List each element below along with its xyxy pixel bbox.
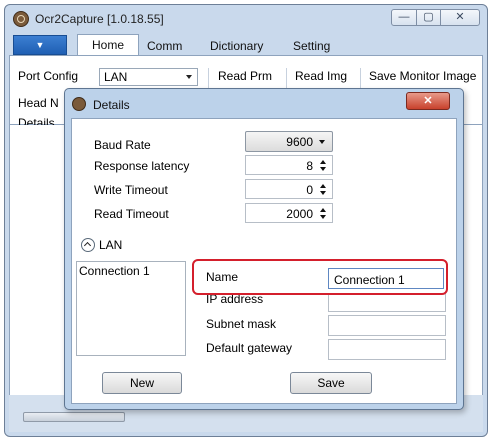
baud-rate-dropdown[interactable]: 9600	[245, 131, 333, 152]
list-item[interactable]: Connection 1	[79, 264, 150, 278]
baud-rate-label: Baud Rate	[94, 138, 151, 152]
connection-list[interactable]: Connection 1	[76, 261, 186, 356]
spin-down-icon[interactable]	[320, 215, 326, 219]
spin-up-icon[interactable]	[320, 184, 326, 188]
write-timeout-label: Write Timeout	[94, 183, 168, 197]
name-label: Name	[206, 270, 239, 284]
write-timeout-value: 0	[306, 183, 313, 197]
tab-comm[interactable]: Comm	[147, 39, 182, 53]
read-timeout-spinner[interactable]: 2000	[245, 203, 333, 223]
port-config-value: LAN	[104, 70, 128, 84]
tab-home[interactable]: Home	[77, 34, 139, 56]
response-latency-label: Response latency	[94, 159, 190, 173]
response-latency-value: 8	[306, 159, 313, 173]
spin-up-icon[interactable]	[320, 160, 326, 164]
dialog-close-button[interactable]: ✕	[406, 92, 450, 110]
new-button[interactable]: New	[102, 372, 182, 394]
read-timeout-label: Read Timeout	[94, 207, 169, 221]
save-button[interactable]: Save	[290, 372, 372, 394]
title-bar: Ocr2Capture [1.0.18.55] — ▢ ✕	[5, 5, 487, 33]
default-gateway-field[interactable]	[328, 339, 446, 360]
read-timeout-value: 2000	[286, 207, 313, 221]
maximize-button[interactable]: ▢	[416, 9, 441, 26]
chevron-down-icon	[319, 140, 325, 144]
name-field-value: Connection 1	[334, 273, 405, 287]
read-img-button[interactable]: Read Img	[295, 69, 347, 83]
tab-setting[interactable]: Setting	[293, 39, 330, 53]
app-icon	[13, 11, 29, 27]
spin-down-icon[interactable]	[320, 191, 326, 195]
tab-dictionary[interactable]: Dictionary	[210, 39, 263, 53]
details-dialog: Details ✕ Baud Rate 9600 Response latenc…	[64, 88, 464, 410]
dialog-app-icon	[72, 97, 86, 111]
file-menu-tab[interactable]: ▼	[13, 35, 67, 55]
lan-section-label: LAN	[99, 238, 123, 252]
subnet-mask-field[interactable]	[328, 315, 446, 336]
lan-collapse-toggle[interactable]	[81, 238, 95, 252]
baud-rate-value: 9600	[286, 135, 313, 149]
minimize-button[interactable]: —	[391, 9, 417, 26]
chevron-down-icon	[186, 75, 192, 79]
chevron-up-icon	[83, 241, 92, 250]
highlight-annotation: Name Connection 1	[192, 259, 448, 295]
spin-down-icon[interactable]	[320, 167, 326, 171]
save-monitor-image-button[interactable]: Save Monitor Image	[369, 69, 476, 83]
response-latency-spinner[interactable]: 8	[245, 155, 333, 175]
read-prm-button[interactable]: Read Prm	[218, 69, 272, 83]
close-button[interactable]: ✕	[440, 9, 480, 26]
window-title: Ocr2Capture [1.0.18.55]	[35, 12, 164, 26]
port-config-select[interactable]: LAN	[99, 68, 198, 86]
spin-up-icon[interactable]	[320, 208, 326, 212]
status-scrollbar[interactable]	[23, 412, 125, 422]
dialog-body: Baud Rate 9600 Response latency 8 Write …	[71, 118, 457, 404]
default-gateway-label: Default gateway	[206, 341, 293, 355]
head-label[interactable]: Head N	[18, 96, 59, 110]
subnet-mask-label: Subnet mask	[206, 317, 277, 331]
dialog-title: Details	[93, 98, 130, 112]
name-field[interactable]: Connection 1	[328, 268, 444, 289]
port-config-label: Port Config	[18, 69, 79, 83]
write-timeout-spinner[interactable]: 0	[245, 179, 333, 199]
